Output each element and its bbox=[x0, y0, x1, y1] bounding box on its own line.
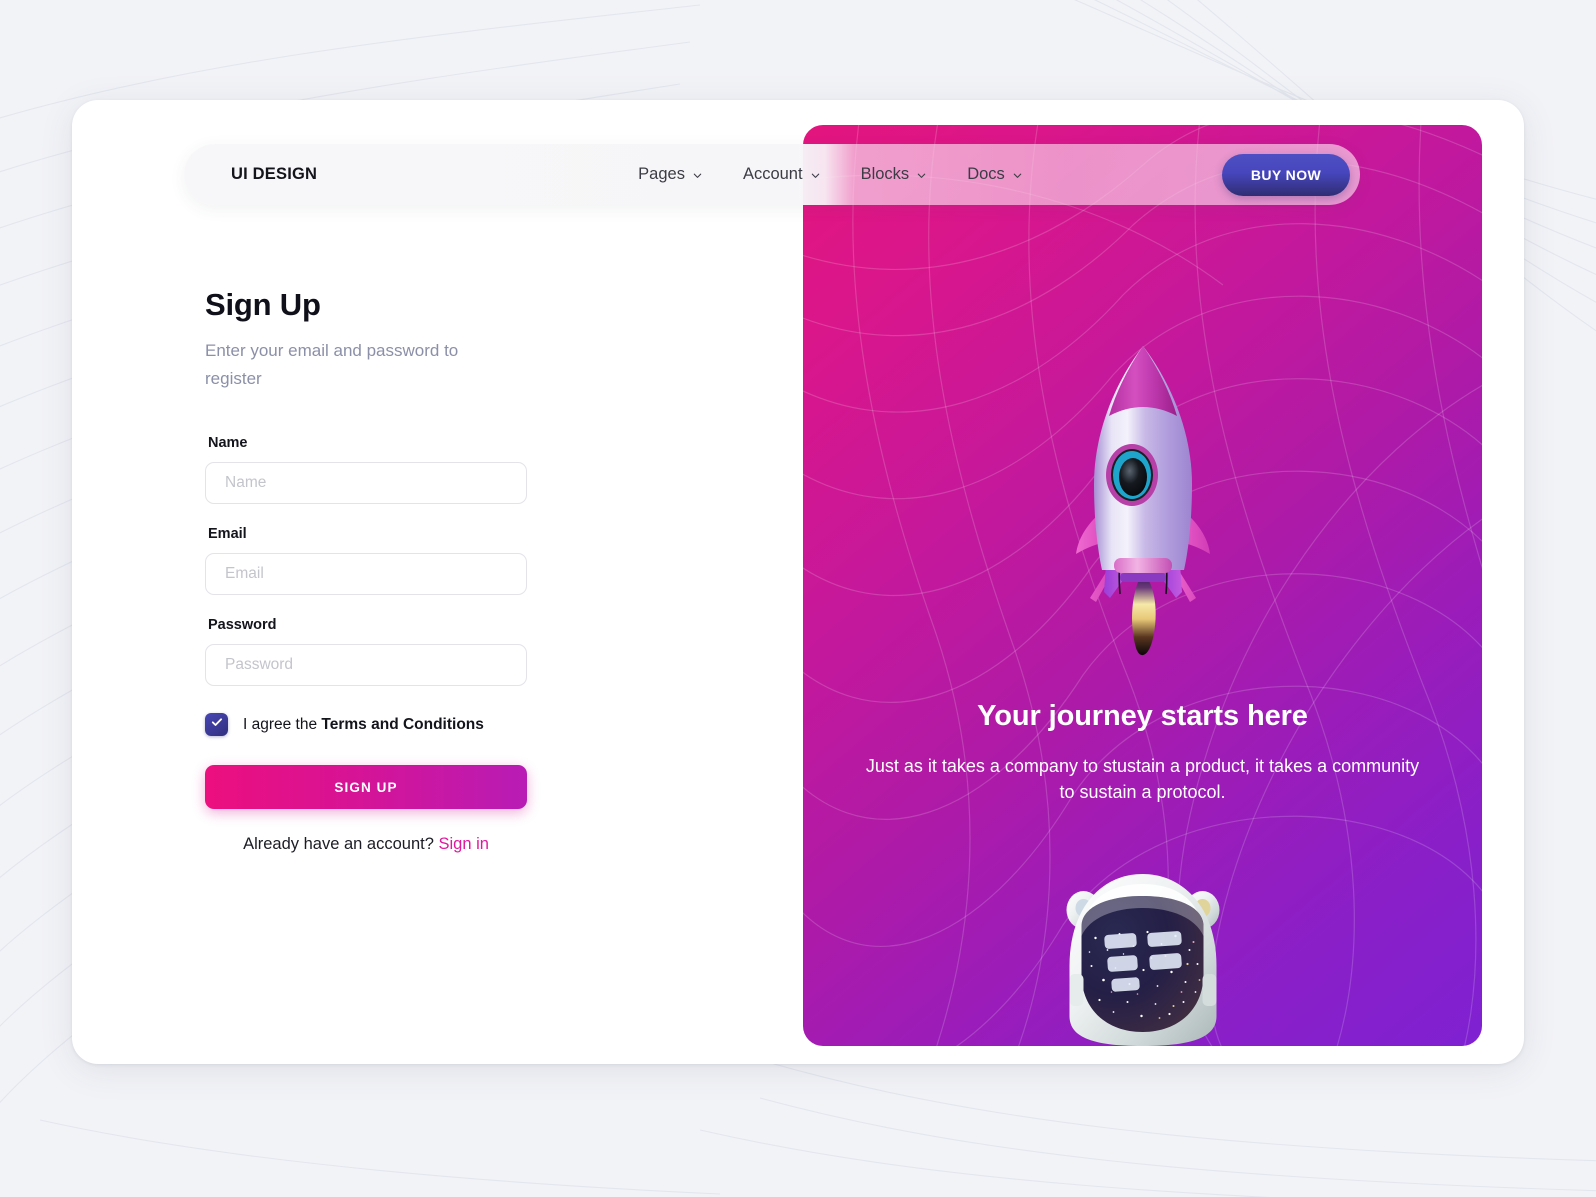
field-name: Name bbox=[205, 435, 535, 505]
terms-text: I agree the Terms and Conditions bbox=[243, 716, 484, 734]
password-input[interactable] bbox=[205, 644, 527, 687]
hero-title: Your journey starts here bbox=[977, 700, 1308, 732]
email-input[interactable] bbox=[205, 553, 527, 596]
checkmark-icon bbox=[210, 715, 224, 734]
nav-item-account[interactable]: Account bbox=[743, 165, 821, 184]
chevron-down-icon bbox=[916, 170, 927, 181]
terms-checkbox[interactable] bbox=[205, 713, 228, 737]
signin-link[interactable]: Sign in bbox=[438, 835, 488, 853]
nav-item-label: Account bbox=[742, 165, 803, 183]
app-card: Your journey starts here Just as it take… bbox=[72, 100, 1524, 1064]
email-label: Email bbox=[208, 526, 247, 543]
navbar: UI DESIGN Pages Account Blocks Docs BUY … bbox=[184, 144, 1360, 205]
terms-link[interactable]: Terms and Conditions bbox=[321, 716, 483, 733]
nav-links: Pages Account Blocks Docs bbox=[638, 165, 1023, 184]
nav-item-label: Pages bbox=[638, 165, 685, 183]
chevron-down-icon bbox=[1012, 170, 1023, 181]
terms-prefix: I agree the bbox=[243, 715, 322, 733]
buy-now-button[interactable]: BUY NOW bbox=[1222, 153, 1350, 196]
signup-form: Sign Up Enter your email and password to… bbox=[205, 287, 535, 854]
name-label: Name bbox=[208, 435, 248, 452]
field-email: Email bbox=[205, 526, 535, 596]
signin-prompt: Already have an account? Sign in bbox=[205, 835, 527, 854]
nav-item-blocks[interactable]: Blocks bbox=[861, 165, 928, 184]
terms-row: I agree the Terms and Conditions bbox=[205, 713, 535, 737]
name-input[interactable] bbox=[205, 462, 527, 505]
hero-panel: Your journey starts here Just as it take… bbox=[803, 125, 1482, 1046]
nav-item-label: Blocks bbox=[860, 165, 910, 183]
nav-item-docs[interactable]: Docs bbox=[967, 165, 1023, 184]
chevron-down-icon bbox=[810, 170, 821, 181]
rocket-illustration bbox=[1048, 330, 1238, 660]
astronaut-helmet-illustration bbox=[1055, 846, 1230, 1046]
form-subtitle: Enter your email and password to registe… bbox=[205, 341, 459, 389]
hero-text-block: Your journey starts here Just as it take… bbox=[863, 700, 1423, 805]
nav-item-pages[interactable]: Pages bbox=[638, 165, 703, 184]
signup-button[interactable]: SIGN UP bbox=[205, 765, 527, 810]
hero-body: Just as it takes a company to stustain a… bbox=[865, 756, 1420, 803]
field-password: Password bbox=[205, 617, 535, 687]
password-label: Password bbox=[208, 617, 277, 634]
brand-logo[interactable]: UI DESIGN bbox=[231, 165, 317, 184]
chevron-down-icon bbox=[692, 170, 703, 181]
page-title: Sign Up bbox=[205, 287, 321, 322]
signin-prompt-text: Already have an account? bbox=[243, 835, 439, 854]
nav-item-label: Docs bbox=[967, 165, 1005, 183]
